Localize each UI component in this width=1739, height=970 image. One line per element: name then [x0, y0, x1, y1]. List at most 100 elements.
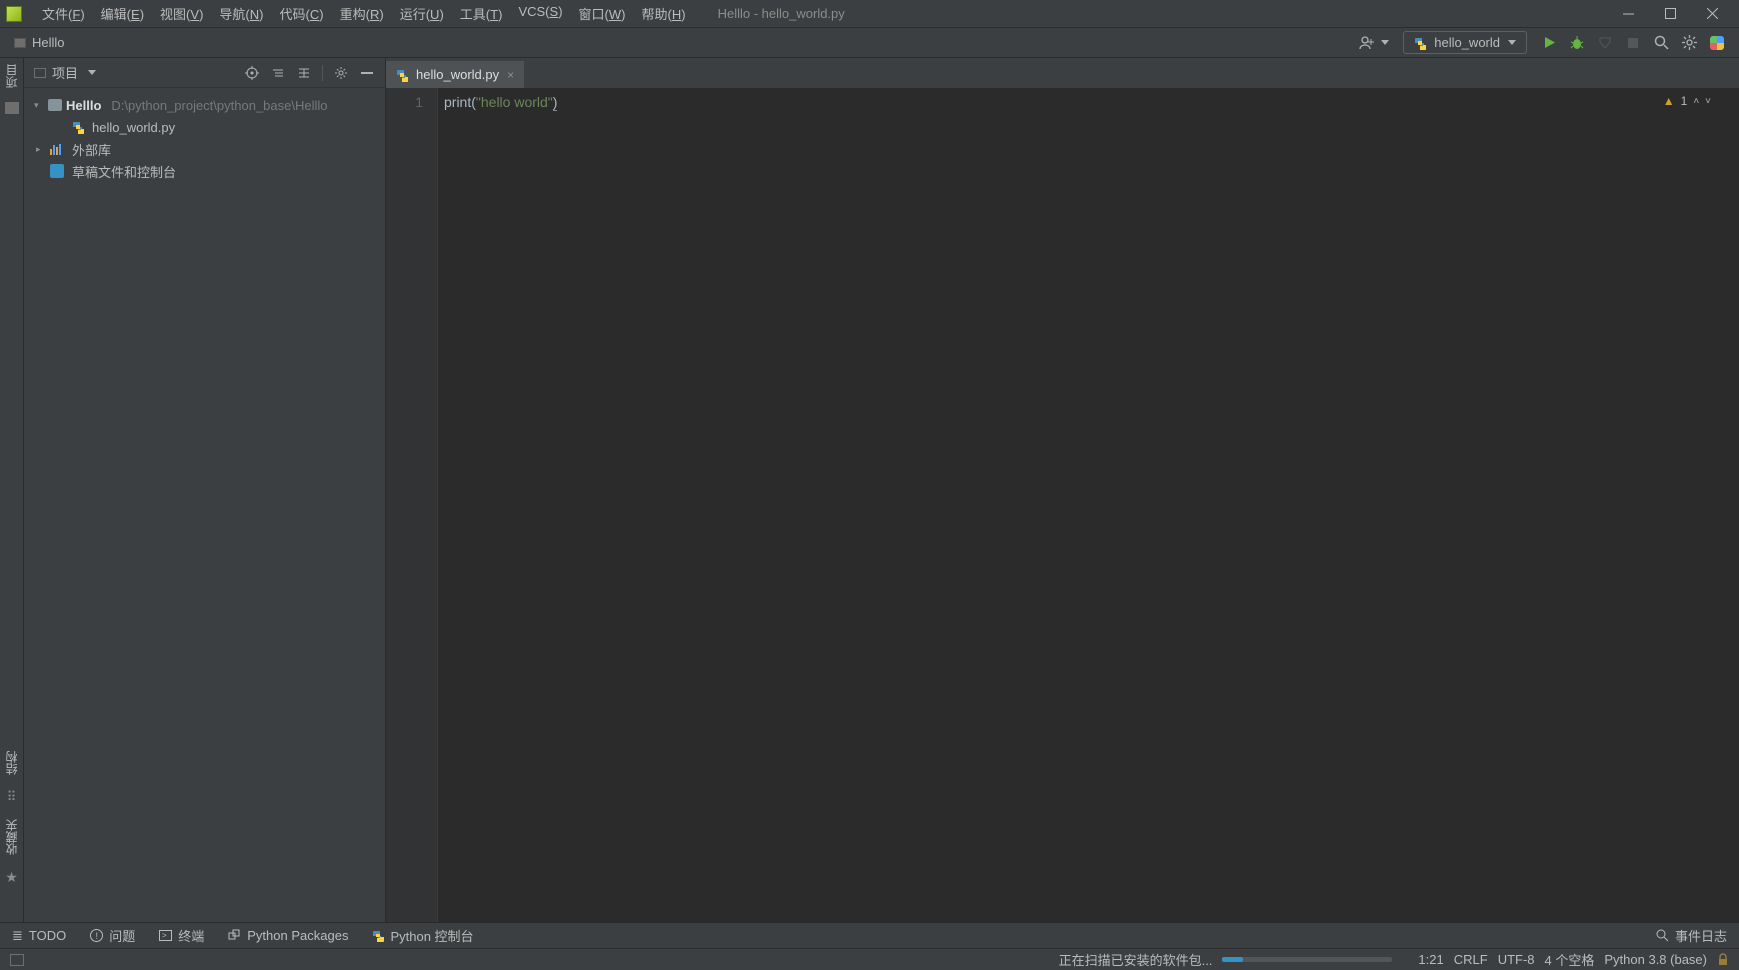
tool-window-quick-access-icon[interactable]	[10, 954, 24, 966]
python-icon	[372, 930, 384, 942]
problems-tool[interactable]: !问题	[90, 926, 135, 945]
event-log-tool[interactable]: 事件日志	[1656, 926, 1727, 945]
menu-file[interactable]: 文件(F)	[34, 2, 93, 25]
tab-hello-world[interactable]: hello_world.py ×	[386, 61, 524, 88]
run-button[interactable]	[1539, 33, 1559, 53]
gear-icon[interactable]	[333, 65, 349, 81]
chevron-up-icon[interactable]: ˄	[1693, 96, 1699, 107]
menu-view[interactable]: 视图(V)	[152, 2, 211, 25]
gutter: 1	[386, 88, 438, 922]
navigation-bar: Helllo hello_world	[0, 28, 1739, 58]
sidebar-header: 项目	[24, 58, 385, 88]
window-title: Helllo - hello_world.py	[718, 6, 1621, 21]
warning-icon: ▲	[1663, 94, 1675, 108]
status-bar: 正在扫描已安装的软件包... 1:21 CRLF UTF-8 4 个空格 Pyt…	[0, 948, 1739, 970]
tree-external-libraries[interactable]: ▸ 外部库	[24, 138, 385, 160]
menu-refactor[interactable]: 重构(R)	[332, 2, 392, 25]
run-config-label: hello_world	[1434, 35, 1500, 50]
sidebar-title[interactable]: 项目	[34, 63, 96, 82]
info-icon: !	[90, 929, 103, 942]
tab-label: hello_world.py	[416, 67, 499, 82]
python-file-icon	[396, 69, 408, 81]
minimize-button[interactable]	[1621, 7, 1635, 21]
title-bar: 文件(F) 编辑(E) 视图(V) 导航(N) 代码(C) 重构(R) 运行(U…	[0, 0, 1739, 28]
project-sidebar: 项目 ▾ Helllo D:\python_project\python_bas…	[24, 58, 386, 922]
rail-project-icon[interactable]	[5, 102, 19, 114]
hide-icon[interactable]	[359, 65, 375, 81]
indent-setting[interactable]: 4 个空格	[1545, 950, 1595, 969]
menu-run[interactable]: 运行(U)	[392, 2, 452, 25]
star-icon[interactable]: ★	[5, 869, 18, 886]
add-user-icon[interactable]	[1357, 33, 1377, 53]
bottom-tool-strip: ≣TODO !问题 >终端 Python Packages Python 控制台…	[0, 922, 1739, 948]
todo-tool[interactable]: ≣TODO	[12, 928, 66, 944]
left-rail: 项目 结构 ⠿ 收藏夹 ★	[0, 58, 24, 922]
rail-structure-tab[interactable]: 结构	[3, 751, 20, 775]
menu-window[interactable]: 窗口(W)	[571, 2, 634, 25]
tree-file-hello-world[interactable]: hello_world.py	[24, 116, 385, 138]
svg-text:>: >	[162, 931, 167, 940]
project-tree: ▾ Helllo D:\python_project\python_base\H…	[24, 88, 385, 188]
chevron-down-icon	[88, 70, 96, 75]
pycharm-icon	[6, 6, 22, 22]
warning-count: 1	[1681, 94, 1688, 108]
python-console-tool[interactable]: Python 控制台	[372, 926, 473, 945]
close-button[interactable]	[1705, 7, 1719, 21]
library-icon	[50, 143, 64, 155]
debug-button[interactable]	[1567, 33, 1587, 53]
main-menu: 文件(F) 编辑(E) 视图(V) 导航(N) 代码(C) 重构(R) 运行(U…	[34, 2, 694, 25]
terminal-tool[interactable]: >终端	[159, 926, 204, 945]
menu-edit[interactable]: 编辑(E)	[93, 2, 152, 25]
tree-scratches[interactable]: 草稿文件和控制台	[24, 160, 385, 182]
breadcrumb-root[interactable]: Helllo	[8, 33, 71, 52]
menu-tools[interactable]: 工具(T)	[452, 2, 511, 25]
code-content[interactable]: print("hello world") ▲ 1 ˄ ˅	[438, 88, 1739, 922]
chevron-down-icon	[1508, 40, 1516, 45]
settings-button[interactable]	[1679, 33, 1699, 53]
file-encoding[interactable]: UTF-8	[1498, 952, 1535, 967]
tree-project-root[interactable]: ▾ Helllo D:\python_project\python_base\H…	[24, 94, 385, 116]
run-config-selector[interactable]: hello_world	[1403, 31, 1527, 54]
progress-bar	[1222, 957, 1392, 962]
collapse-all-icon[interactable]	[296, 65, 312, 81]
menu-code[interactable]: 代码(C)	[272, 2, 332, 25]
coverage-button[interactable]	[1595, 33, 1615, 53]
expand-all-icon[interactable]	[270, 65, 286, 81]
chevron-right-icon: ▸	[36, 144, 46, 155]
code-with-me-button[interactable]	[1707, 33, 1727, 53]
locate-icon[interactable]	[244, 65, 260, 81]
code-editor[interactable]: 1 print("hello world") ▲ 1 ˄ ˅	[386, 88, 1739, 922]
lock-icon[interactable]	[1717, 953, 1729, 966]
search-everywhere-button[interactable]	[1651, 33, 1671, 53]
project-icon	[14, 38, 26, 48]
maximize-button[interactable]	[1663, 7, 1677, 21]
menu-navigate[interactable]: 导航(N)	[211, 2, 271, 25]
breadcrumb-label: Helllo	[32, 35, 65, 50]
search-icon	[1656, 929, 1669, 942]
scratch-icon	[50, 164, 64, 178]
cursor-position[interactable]: 1:21	[1418, 952, 1443, 967]
folder-icon	[48, 99, 62, 111]
main-body: 项目 结构 ⠿ 收藏夹 ★ 项目	[0, 58, 1739, 922]
python-packages-tool[interactable]: Python Packages	[228, 928, 348, 943]
menu-help[interactable]: 帮助(H)	[634, 2, 694, 25]
chevron-down-icon[interactable]: ˅	[1705, 96, 1711, 107]
user-dropdown-icon[interactable]	[1381, 40, 1389, 45]
inspection-widget[interactable]: ▲ 1 ˄ ˅	[1663, 94, 1711, 108]
line-separator[interactable]: CRLF	[1454, 952, 1488, 967]
editor-tabs: hello_world.py ×	[386, 58, 1739, 88]
packages-icon	[228, 929, 241, 942]
stop-button[interactable]	[1623, 33, 1643, 53]
window-controls	[1621, 7, 1733, 21]
editor-area: hello_world.py × 1 print("hello world") …	[386, 58, 1739, 922]
status-message: 正在扫描已安装的软件包...	[1059, 950, 1213, 969]
list-icon: ≣	[12, 928, 23, 944]
menu-vcs[interactable]: VCS(S)	[510, 2, 570, 25]
rail-favorites-tab[interactable]: 收藏夹	[3, 819, 20, 855]
close-tab-icon[interactable]: ×	[507, 68, 514, 82]
rail-project-tab[interactable]: 项目	[3, 64, 20, 88]
python-interpreter[interactable]: Python 3.8 (base)	[1604, 952, 1707, 967]
python-icon	[1414, 37, 1426, 49]
structure-icon[interactable]: ⠿	[7, 789, 17, 805]
window-icon	[34, 68, 46, 78]
